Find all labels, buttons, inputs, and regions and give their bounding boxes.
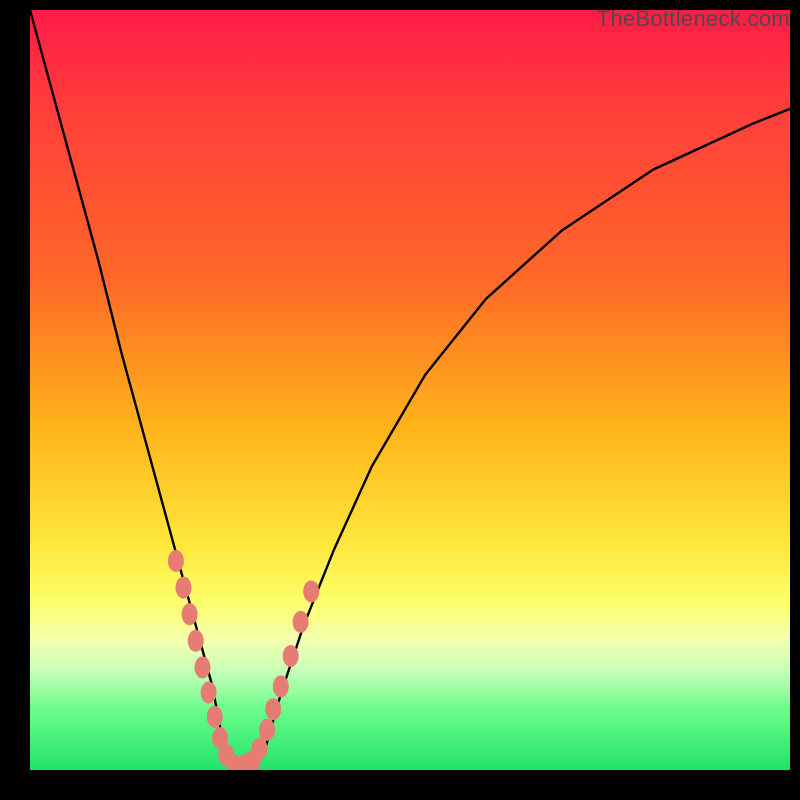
highlight-dot — [188, 630, 204, 652]
curve-svg — [30, 10, 790, 770]
highlight-dot — [207, 706, 223, 728]
highlight-dot — [265, 698, 281, 720]
plot-area — [30, 10, 790, 770]
highlight-dot — [182, 603, 198, 625]
highlight-dot — [293, 611, 309, 633]
highlight-dots — [168, 550, 319, 770]
highlight-dot — [201, 682, 217, 704]
highlight-dot — [259, 719, 275, 741]
chart-frame: TheBottleneck.com — [0, 0, 800, 800]
highlight-dot — [176, 577, 192, 599]
highlight-dot — [252, 738, 268, 760]
highlight-dot — [303, 580, 319, 602]
highlight-dot — [283, 645, 299, 667]
watermark-text: TheBottleneck.com — [597, 6, 790, 32]
highlight-dot — [273, 675, 289, 697]
highlight-dot — [195, 656, 211, 678]
bottleneck-curve — [30, 10, 790, 766]
highlight-dot — [168, 550, 184, 572]
